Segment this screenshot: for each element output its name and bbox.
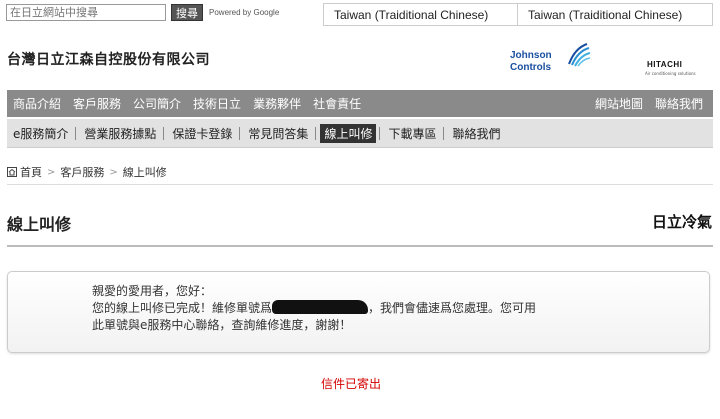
powered-by-label: Powered by Google xyxy=(209,8,280,17)
subnav-divider xyxy=(443,126,445,140)
language-selector-2[interactable]: Taiwan (Traiditional Chinese) xyxy=(517,3,713,26)
jci-line1: Johnson xyxy=(510,50,552,61)
nav-item-csr[interactable]: 社會責任 xyxy=(307,90,367,117)
confirmation-message: 親愛的愛用者，您好： 您的線上叫修已完成！維修單號爲 ，我們會儘速爲您處理。您可用… xyxy=(92,283,536,334)
message-line2-post: ，我們會儘速爲您處理。您可用 xyxy=(368,301,537,315)
nav-item-contact[interactable]: 聯絡我們 xyxy=(649,90,709,117)
breadcrumb-divider xyxy=(7,184,713,185)
main-nav: 商品介紹 客戶服務 公司簡介 技術日立 業務夥伴 社會責任 網站地圖 聯絡我們 xyxy=(7,90,713,117)
subnav-divider xyxy=(239,126,241,140)
johnson-controls-logo[interactable]: Johnson Controls xyxy=(510,42,595,78)
message-greeting: 親愛的愛用者，您好： xyxy=(92,284,213,298)
search-button[interactable]: 搜尋 xyxy=(171,4,203,21)
message-line2-pre: 您的線上叫修已完成！維修單號爲 xyxy=(92,301,273,315)
nav-item-customer-service[interactable]: 客戶服務 xyxy=(67,90,127,117)
subnav-divider xyxy=(315,126,317,140)
jci-logo-text: Johnson Controls xyxy=(510,50,552,74)
jci-line2: Controls xyxy=(510,62,552,73)
nav-item-about[interactable]: 公司簡介 xyxy=(127,90,187,117)
message-line2: 您的線上叫修已完成！維修單號爲 ，我們會儘速爲您處理。您可用 xyxy=(92,300,536,317)
search-input[interactable] xyxy=(6,4,166,21)
brand-wordmark: 日立冷氣 xyxy=(651,213,712,231)
title-divider xyxy=(7,245,713,247)
breadcrumb: 首頁 > 客戶服務 > 線上叫修 xyxy=(7,164,167,180)
sub-nav: e服務簡介 營業服務據點 保證卡登錄 常見問答集 線上叫修 下載專區 聯絡我們 xyxy=(7,119,713,148)
hitachi-tagline: Air conditioning solutions xyxy=(645,71,696,76)
subnav-item-downloads[interactable]: 下載專區 xyxy=(384,124,440,143)
subnav-divider xyxy=(163,126,165,140)
subnav-item-faq[interactable]: 常見問答集 xyxy=(244,124,312,143)
subnav-divider xyxy=(75,126,77,140)
language-selector-1[interactable]: Taiwan (Traiditional Chinese) xyxy=(323,3,518,26)
subnav-item-warranty[interactable]: 保證卡登錄 xyxy=(168,124,236,143)
jci-swirl-icon xyxy=(568,43,591,67)
breadcrumb-home[interactable]: 首頁 xyxy=(20,164,42,180)
subnav-item-contact[interactable]: 聯絡我們 xyxy=(448,124,504,143)
nav-item-technology[interactable]: 技術日立 xyxy=(187,90,247,117)
nav-item-products[interactable]: 商品介紹 xyxy=(7,90,67,117)
message-line3: 此單號與e服務中心聯絡，查詢維修進度，謝謝！ xyxy=(92,318,352,332)
site-search: 搜尋 Powered by Google xyxy=(6,4,279,21)
redacted-ticket-number xyxy=(272,300,369,314)
subnav-item-online-repair[interactable]: 線上叫修 xyxy=(320,123,377,143)
subnav-item-eservice[interactable]: e服務簡介 xyxy=(9,124,72,143)
nav-item-sitemap[interactable]: 網站地圖 xyxy=(589,90,649,117)
home-icon xyxy=(7,167,17,177)
subnav-item-locations[interactable]: 營業服務據點 xyxy=(80,124,160,143)
sent-notice: 信件已寄出 xyxy=(321,377,382,391)
breadcrumb-current: 線上叫修 xyxy=(122,166,167,179)
hitachi-logo[interactable]: HITACHI xyxy=(647,60,682,69)
page-title: 線上叫修 xyxy=(7,215,72,234)
breadcrumb-separator-icon: > xyxy=(47,166,56,178)
breadcrumb-customer-service[interactable]: 客戶服務 xyxy=(60,164,104,180)
company-name: 台灣日立江森自控股份有限公司 xyxy=(7,52,210,68)
breadcrumb-separator-icon: > xyxy=(109,166,118,178)
nav-item-partners[interactable]: 業務夥伴 xyxy=(247,90,307,117)
subnav-divider xyxy=(379,126,381,140)
